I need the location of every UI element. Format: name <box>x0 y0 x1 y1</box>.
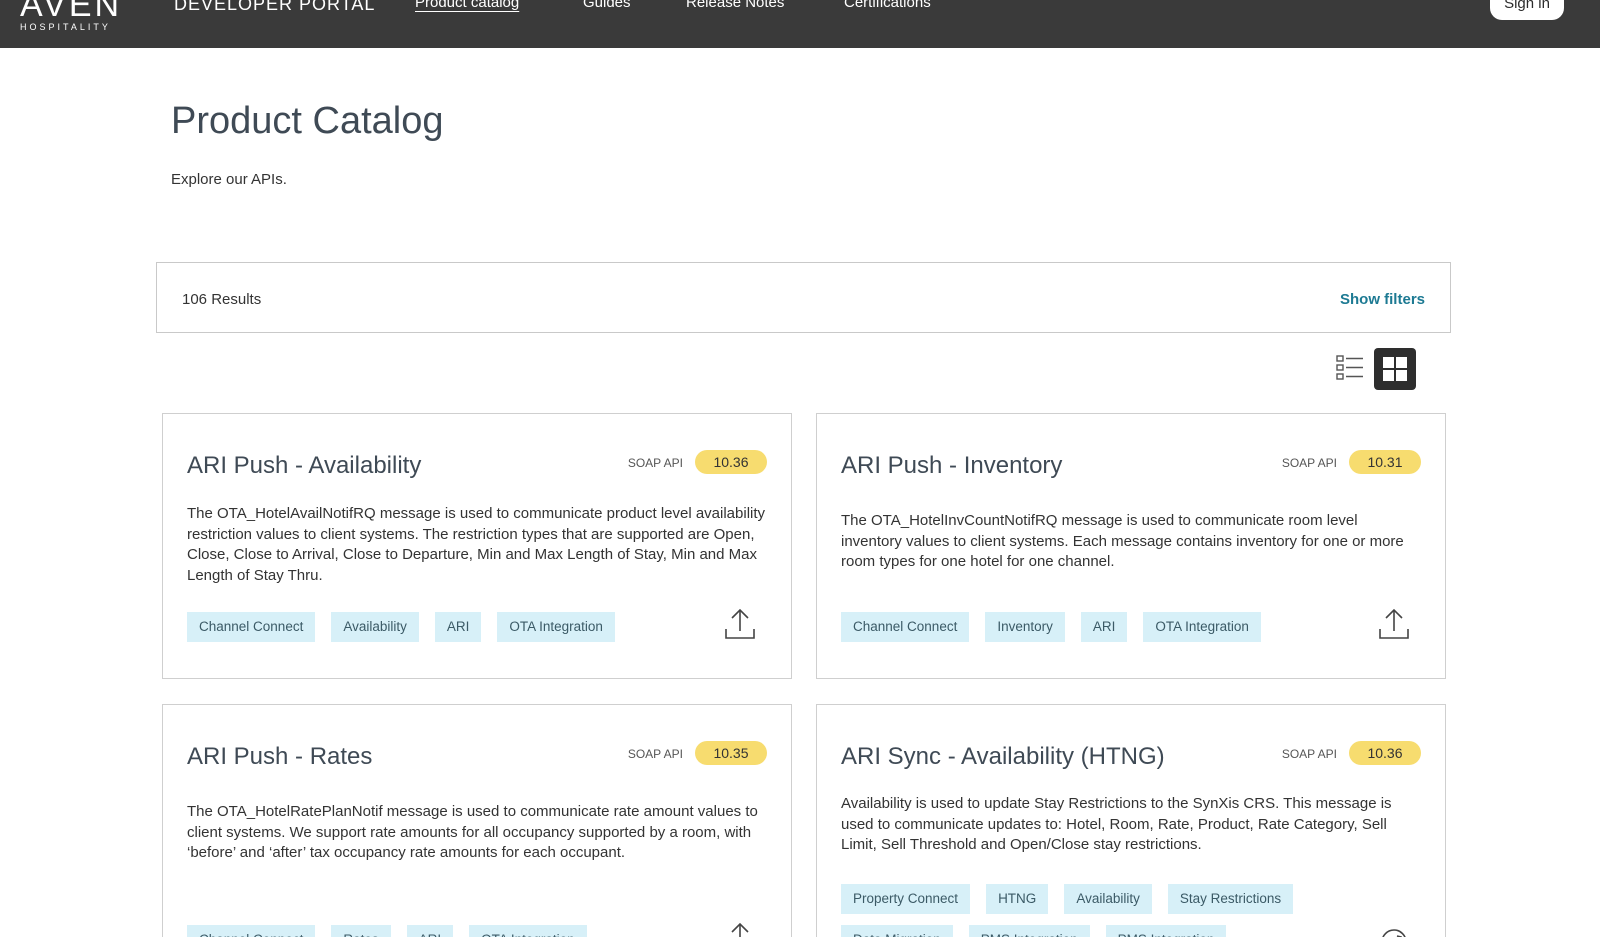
card-title[interactable]: ARI Push - Availability <box>187 452 421 480</box>
portal-title: DEVELOPER PORTAL <box>174 0 376 14</box>
upload-icon[interactable] <box>723 607 757 641</box>
tag-list: Property Connect HTNG Availability Stay … <box>841 884 1294 914</box>
page-subtitle: Explore our APIs. <box>171 171 287 188</box>
tag[interactable]: Channel Connect <box>841 612 970 642</box>
sync-icon[interactable] <box>1377 925 1411 937</box>
card-title[interactable]: ARI Push - Rates <box>187 743 372 771</box>
card-title[interactable]: ARI Sync - Availability (HTNG) <box>841 743 1165 771</box>
nav-release-notes[interactable]: Release Notes <box>686 0 784 11</box>
api-card[interactable]: ARI Sync - Availability (HTNG) SOAP API … <box>816 704 1446 937</box>
api-type-label: SOAP API <box>1281 456 1337 470</box>
results-count: 106 Results <box>182 291 262 308</box>
api-type-label: SOAP API <box>627 747 683 761</box>
tag[interactable]: Property Connect <box>841 884 971 914</box>
tag-list: Channel Connect Availability ARI OTA Int… <box>187 612 615 642</box>
top-navigation-bar: AVEN HOSPITALITY DEVELOPER PORTAL Produc… <box>0 0 1600 48</box>
api-card[interactable]: ARI Push - Inventory SOAP API 10.31 The … <box>816 413 1446 679</box>
tag-list: Channel Connect Inventory ARI OTA Integr… <box>841 612 1261 642</box>
tag[interactable]: PMS Integration <box>968 925 1090 937</box>
tag[interactable]: OTA Integration <box>497 612 615 642</box>
card-description: The OTA_HotelInvCountNotifRQ message is … <box>841 512 1404 570</box>
list-view-icon[interactable] <box>1336 354 1364 382</box>
tag[interactable]: Channel Connect <box>187 925 316 937</box>
card-description: The OTA_HotelRatePlanNotif message is us… <box>187 803 758 861</box>
show-filters-link[interactable]: Show filters <box>1340 291 1425 308</box>
api-type-label: SOAP API <box>1281 747 1337 761</box>
version-badge: 10.36 <box>1349 741 1421 765</box>
tag[interactable]: Inventory <box>985 612 1065 642</box>
nav-product-catalog[interactable]: Product catalog <box>415 0 519 11</box>
card-title[interactable]: ARI Push - Inventory <box>841 452 1062 480</box>
version-badge: 10.35 <box>695 741 767 765</box>
brand-logo[interactable]: AVEN HOSPITALITY <box>20 0 122 32</box>
tag[interactable]: Rates <box>331 925 391 937</box>
tag[interactable]: Stay Restrictions <box>1167 884 1294 914</box>
sign-in-button[interactable]: Sign in <box>1490 0 1564 20</box>
tag[interactable]: Availability <box>1064 884 1152 914</box>
tag-list-row-2: Data Migration PMS Integration PMS Integ… <box>841 925 1227 937</box>
tag[interactable]: Data Migration <box>841 925 953 937</box>
tag[interactable]: HTNG <box>986 884 1049 914</box>
api-type-label: SOAP API <box>627 456 683 470</box>
logo-tagline: HOSPITALITY <box>20 22 111 32</box>
tag-list: Channel Connect Rates ARI OTA Integratio… <box>187 925 587 937</box>
card-description: Availability is used to update Stay Rest… <box>841 795 1392 853</box>
page-title: Product Catalog <box>171 100 444 142</box>
tag[interactable]: ARI <box>434 612 482 642</box>
card-description: The OTA_HotelAvailNotifRQ message is use… <box>187 505 766 584</box>
upload-icon[interactable] <box>723 921 757 937</box>
tag[interactable]: Channel Connect <box>187 612 316 642</box>
api-card[interactable]: ARI Push - Rates SOAP API 10.35 The OTA_… <box>162 704 792 937</box>
nav-certifications[interactable]: Certifications <box>844 0 931 11</box>
tag[interactable]: Availability <box>331 612 419 642</box>
logo-wordmark: AVEN <box>20 0 123 24</box>
nav-guides[interactable]: Guides <box>583 0 631 11</box>
grid-view-icon[interactable] <box>1374 348 1416 390</box>
version-badge: 10.31 <box>1349 450 1421 474</box>
api-card[interactable]: ARI Push - Availability SOAP API 10.36 T… <box>162 413 792 679</box>
tag[interactable]: ARI <box>1080 612 1128 642</box>
upload-icon[interactable] <box>1377 607 1411 641</box>
tag[interactable]: OTA Integration <box>469 925 587 937</box>
tag[interactable]: PMS Integration <box>1105 925 1227 937</box>
tag[interactable]: OTA Integration <box>1143 612 1261 642</box>
results-bar: 106 Results Show filters <box>156 262 1451 333</box>
tag[interactable]: ARI <box>406 925 454 937</box>
version-badge: 10.36 <box>695 450 767 474</box>
